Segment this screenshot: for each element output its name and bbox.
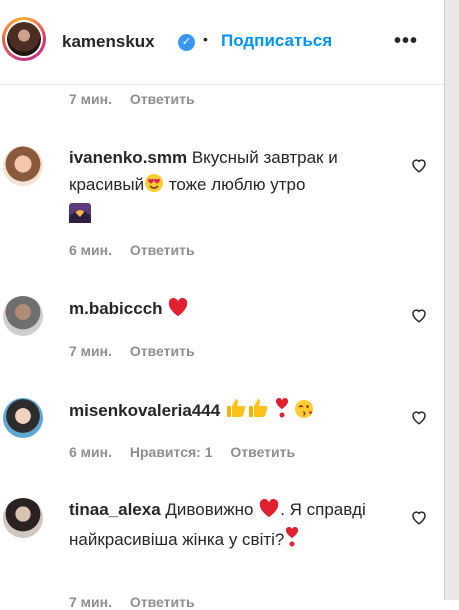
red-heart-emoji-icon bbox=[258, 498, 280, 526]
separator-dot: • bbox=[203, 31, 208, 47]
author-avatar[interactable] bbox=[2, 17, 46, 61]
comment-meta: 6 мин. Нравится: 1 Ответить bbox=[69, 444, 309, 460]
thumbs-up-emoji-icon bbox=[225, 397, 247, 427]
comment-meta: 6 мин. Ответить bbox=[69, 242, 209, 258]
commenter-username[interactable]: m.babicсch bbox=[69, 299, 163, 318]
comment-text: m.babicсch bbox=[69, 295, 389, 325]
thumbs-up-emoji-icon bbox=[247, 397, 269, 427]
reply-button[interactable]: Ответить bbox=[130, 242, 195, 258]
commenter-avatar[interactable] bbox=[3, 498, 43, 538]
commenter-avatar[interactable] bbox=[3, 296, 43, 336]
commenter-username[interactable]: misenkovaleria444 bbox=[69, 401, 220, 420]
red-heart-emoji-icon bbox=[167, 297, 189, 325]
window-edge bbox=[444, 0, 459, 600]
commenter-avatar[interactable] bbox=[3, 146, 43, 186]
follow-button[interactable]: Подписаться bbox=[221, 31, 332, 51]
kissing-face-emoji-icon bbox=[294, 399, 314, 427]
comment-time: 7 мин. bbox=[69, 594, 112, 610]
commenter-avatar[interactable] bbox=[3, 398, 43, 438]
comment-text: ivanenko.smm Вкусный завтрак и красивый … bbox=[69, 144, 389, 231]
comment-time: 6 мин. bbox=[69, 444, 112, 460]
exclamation-heart-emoji-icon bbox=[274, 397, 290, 427]
like-heart-icon[interactable] bbox=[410, 508, 428, 526]
comment-body-cont: тоже люблю утро bbox=[164, 175, 306, 194]
like-heart-icon[interactable] bbox=[410, 408, 428, 426]
author-username[interactable]: kamenskux bbox=[62, 32, 155, 52]
like-heart-icon[interactable] bbox=[410, 306, 428, 324]
commenter-username[interactable]: tinaa_alexa bbox=[69, 500, 161, 519]
post-header: kamenskux ✓ • Подписаться ••• bbox=[0, 0, 444, 85]
reply-button[interactable]: Ответить bbox=[230, 444, 295, 460]
comment-body: Дивовижно bbox=[165, 500, 254, 519]
commenter-username[interactable]: ivanenko.smm bbox=[69, 148, 187, 167]
comment-meta: 7 мин. Ответить bbox=[69, 594, 209, 610]
likes-count[interactable]: Нравится: 1 bbox=[130, 444, 213, 460]
previous-comment-meta: 7 мин. Ответить bbox=[69, 91, 209, 107]
comment-time: 6 мин. bbox=[69, 242, 112, 258]
comment-meta: 7 мин. Ответить bbox=[69, 343, 209, 359]
more-options-icon[interactable]: ••• bbox=[394, 30, 418, 53]
reply-button[interactable]: Ответить bbox=[130, 91, 195, 107]
reply-button[interactable]: Ответить bbox=[130, 594, 195, 610]
reply-button[interactable]: Ответить bbox=[130, 343, 195, 359]
comment-time: 7 мин. bbox=[69, 343, 112, 359]
exclamation-heart-emoji-icon bbox=[284, 526, 300, 556]
verified-badge-icon: ✓ bbox=[178, 34, 195, 51]
comment-text: misenkovaleria444 bbox=[69, 397, 389, 427]
comment-time: 7 мин. bbox=[69, 91, 112, 107]
sunrise-emoji-icon bbox=[69, 203, 91, 231]
heart-eyes-emoji-icon bbox=[144, 173, 164, 201]
like-heart-icon[interactable] bbox=[410, 156, 428, 174]
comment-text: tinaa_alexa Дивовижно . Я справді найкра… bbox=[69, 496, 389, 556]
